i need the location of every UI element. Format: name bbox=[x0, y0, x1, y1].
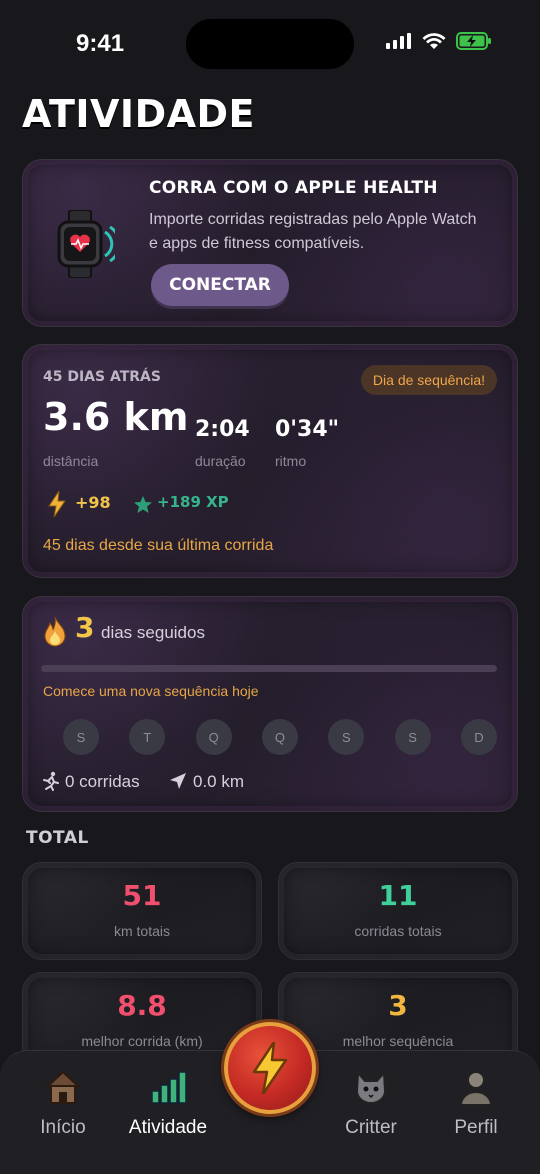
tab-label: Perfil bbox=[454, 1117, 498, 1138]
week-runs-count: 0 corridas bbox=[65, 772, 140, 791]
page-title: ATIVIDADE bbox=[22, 92, 256, 136]
tab-label: Atividade bbox=[128, 1117, 208, 1138]
tab-label: Início bbox=[40, 1117, 86, 1138]
streak-count: 3 bbox=[75, 611, 95, 644]
house-icon bbox=[44, 1070, 82, 1104]
stat-label: corridas totais bbox=[354, 923, 442, 939]
streak-card[interactable]: 3 dias seguidos Comece uma nova sequênci… bbox=[22, 596, 518, 812]
stat-card-total-km: 51 km totais bbox=[22, 862, 262, 960]
smartwatch-icon bbox=[57, 210, 115, 278]
person-icon bbox=[459, 1071, 493, 1106]
star-icon bbox=[134, 496, 152, 513]
days-since-run: 45 dias desde sua última corrida bbox=[43, 537, 274, 554]
streak-day-badge: Dia de sequência! bbox=[360, 365, 497, 395]
weekday-circle: Q bbox=[261, 719, 298, 755]
weekday-circle: T bbox=[129, 719, 166, 755]
tab-activity[interactable]: Atividade bbox=[113, 1061, 223, 1151]
lightning-icon bbox=[252, 1042, 288, 1094]
status-time: 9:41 bbox=[76, 30, 125, 57]
connect-button[interactable]: CONECTAR bbox=[151, 264, 289, 306]
chart-icon bbox=[151, 1071, 187, 1104]
battery-charging-icon bbox=[456, 32, 491, 50]
pace-value: 0'34" bbox=[275, 417, 340, 442]
duration-value: 2:04 bbox=[195, 417, 250, 442]
stat-label: km totais bbox=[113, 923, 170, 939]
weekday-circle: S bbox=[394, 719, 431, 755]
tab-critter[interactable]: Critter bbox=[316, 1061, 426, 1151]
runner-icon bbox=[43, 771, 59, 791]
stat-label: melhor corrida (km) bbox=[81, 1033, 203, 1049]
stat-label: melhor sequência bbox=[342, 1033, 454, 1049]
signal-icon bbox=[386, 33, 411, 49]
streak-label: dias seguidos bbox=[101, 623, 205, 642]
start-run-button[interactable] bbox=[224, 1022, 316, 1114]
stat-value: 11 bbox=[378, 879, 418, 912]
fire-icon bbox=[44, 617, 66, 647]
stat-card-total-runs: 11 corridas totais bbox=[278, 862, 518, 960]
xp-reward: +189 XP bbox=[157, 493, 229, 511]
last-run-card[interactable]: 45 DIAS ATRÁS Dia de sequência! 3.6 km d… bbox=[22, 344, 518, 578]
status-bar: 9:41 bbox=[0, 0, 540, 90]
duration-label: duração bbox=[195, 453, 246, 469]
dynamic-island bbox=[186, 19, 354, 69]
stat-value: 8.8 bbox=[117, 989, 167, 1022]
health-card-title: CORRA COM O APPLE HEALTH bbox=[149, 178, 438, 198]
run-time-ago: 45 DIAS ATRÁS bbox=[43, 369, 161, 385]
streak-progress-bar bbox=[41, 665, 497, 672]
tab-profile[interactable]: Perfil bbox=[421, 1061, 531, 1151]
apple-health-card: CORRA COM O APPLE HEALTH Importe corrida… bbox=[22, 159, 518, 327]
weekday-circle: S bbox=[63, 719, 99, 755]
health-card-description: Importe corridas registradas pelo Apple … bbox=[149, 211, 477, 252]
weekday-row: S T Q Q S S D bbox=[63, 719, 497, 755]
week-km: 0.0 km bbox=[193, 772, 245, 791]
lightning-icon bbox=[48, 491, 66, 517]
energy-reward: +98 bbox=[75, 493, 111, 512]
totals-section-title: TOTAL bbox=[26, 828, 89, 848]
pace-label: ritmo bbox=[275, 453, 307, 469]
location-arrow-icon bbox=[170, 773, 186, 789]
streak-hint: Comece uma nova sequência hoje bbox=[43, 683, 259, 699]
wifi-icon bbox=[422, 33, 446, 49]
stat-value: 51 bbox=[122, 879, 162, 912]
cat-icon bbox=[355, 1070, 387, 1104]
tab-label: Critter bbox=[345, 1117, 397, 1138]
stat-value: 3 bbox=[388, 989, 408, 1022]
weekday-circle: Q bbox=[195, 719, 232, 755]
tab-home[interactable]: Início bbox=[8, 1061, 118, 1151]
distance-label: distância bbox=[43, 453, 99, 469]
weekday-circle: D bbox=[460, 719, 497, 755]
weekday-circle: S bbox=[328, 719, 365, 755]
distance-value: 3.6 km bbox=[43, 395, 189, 439]
status-icons bbox=[386, 32, 492, 50]
